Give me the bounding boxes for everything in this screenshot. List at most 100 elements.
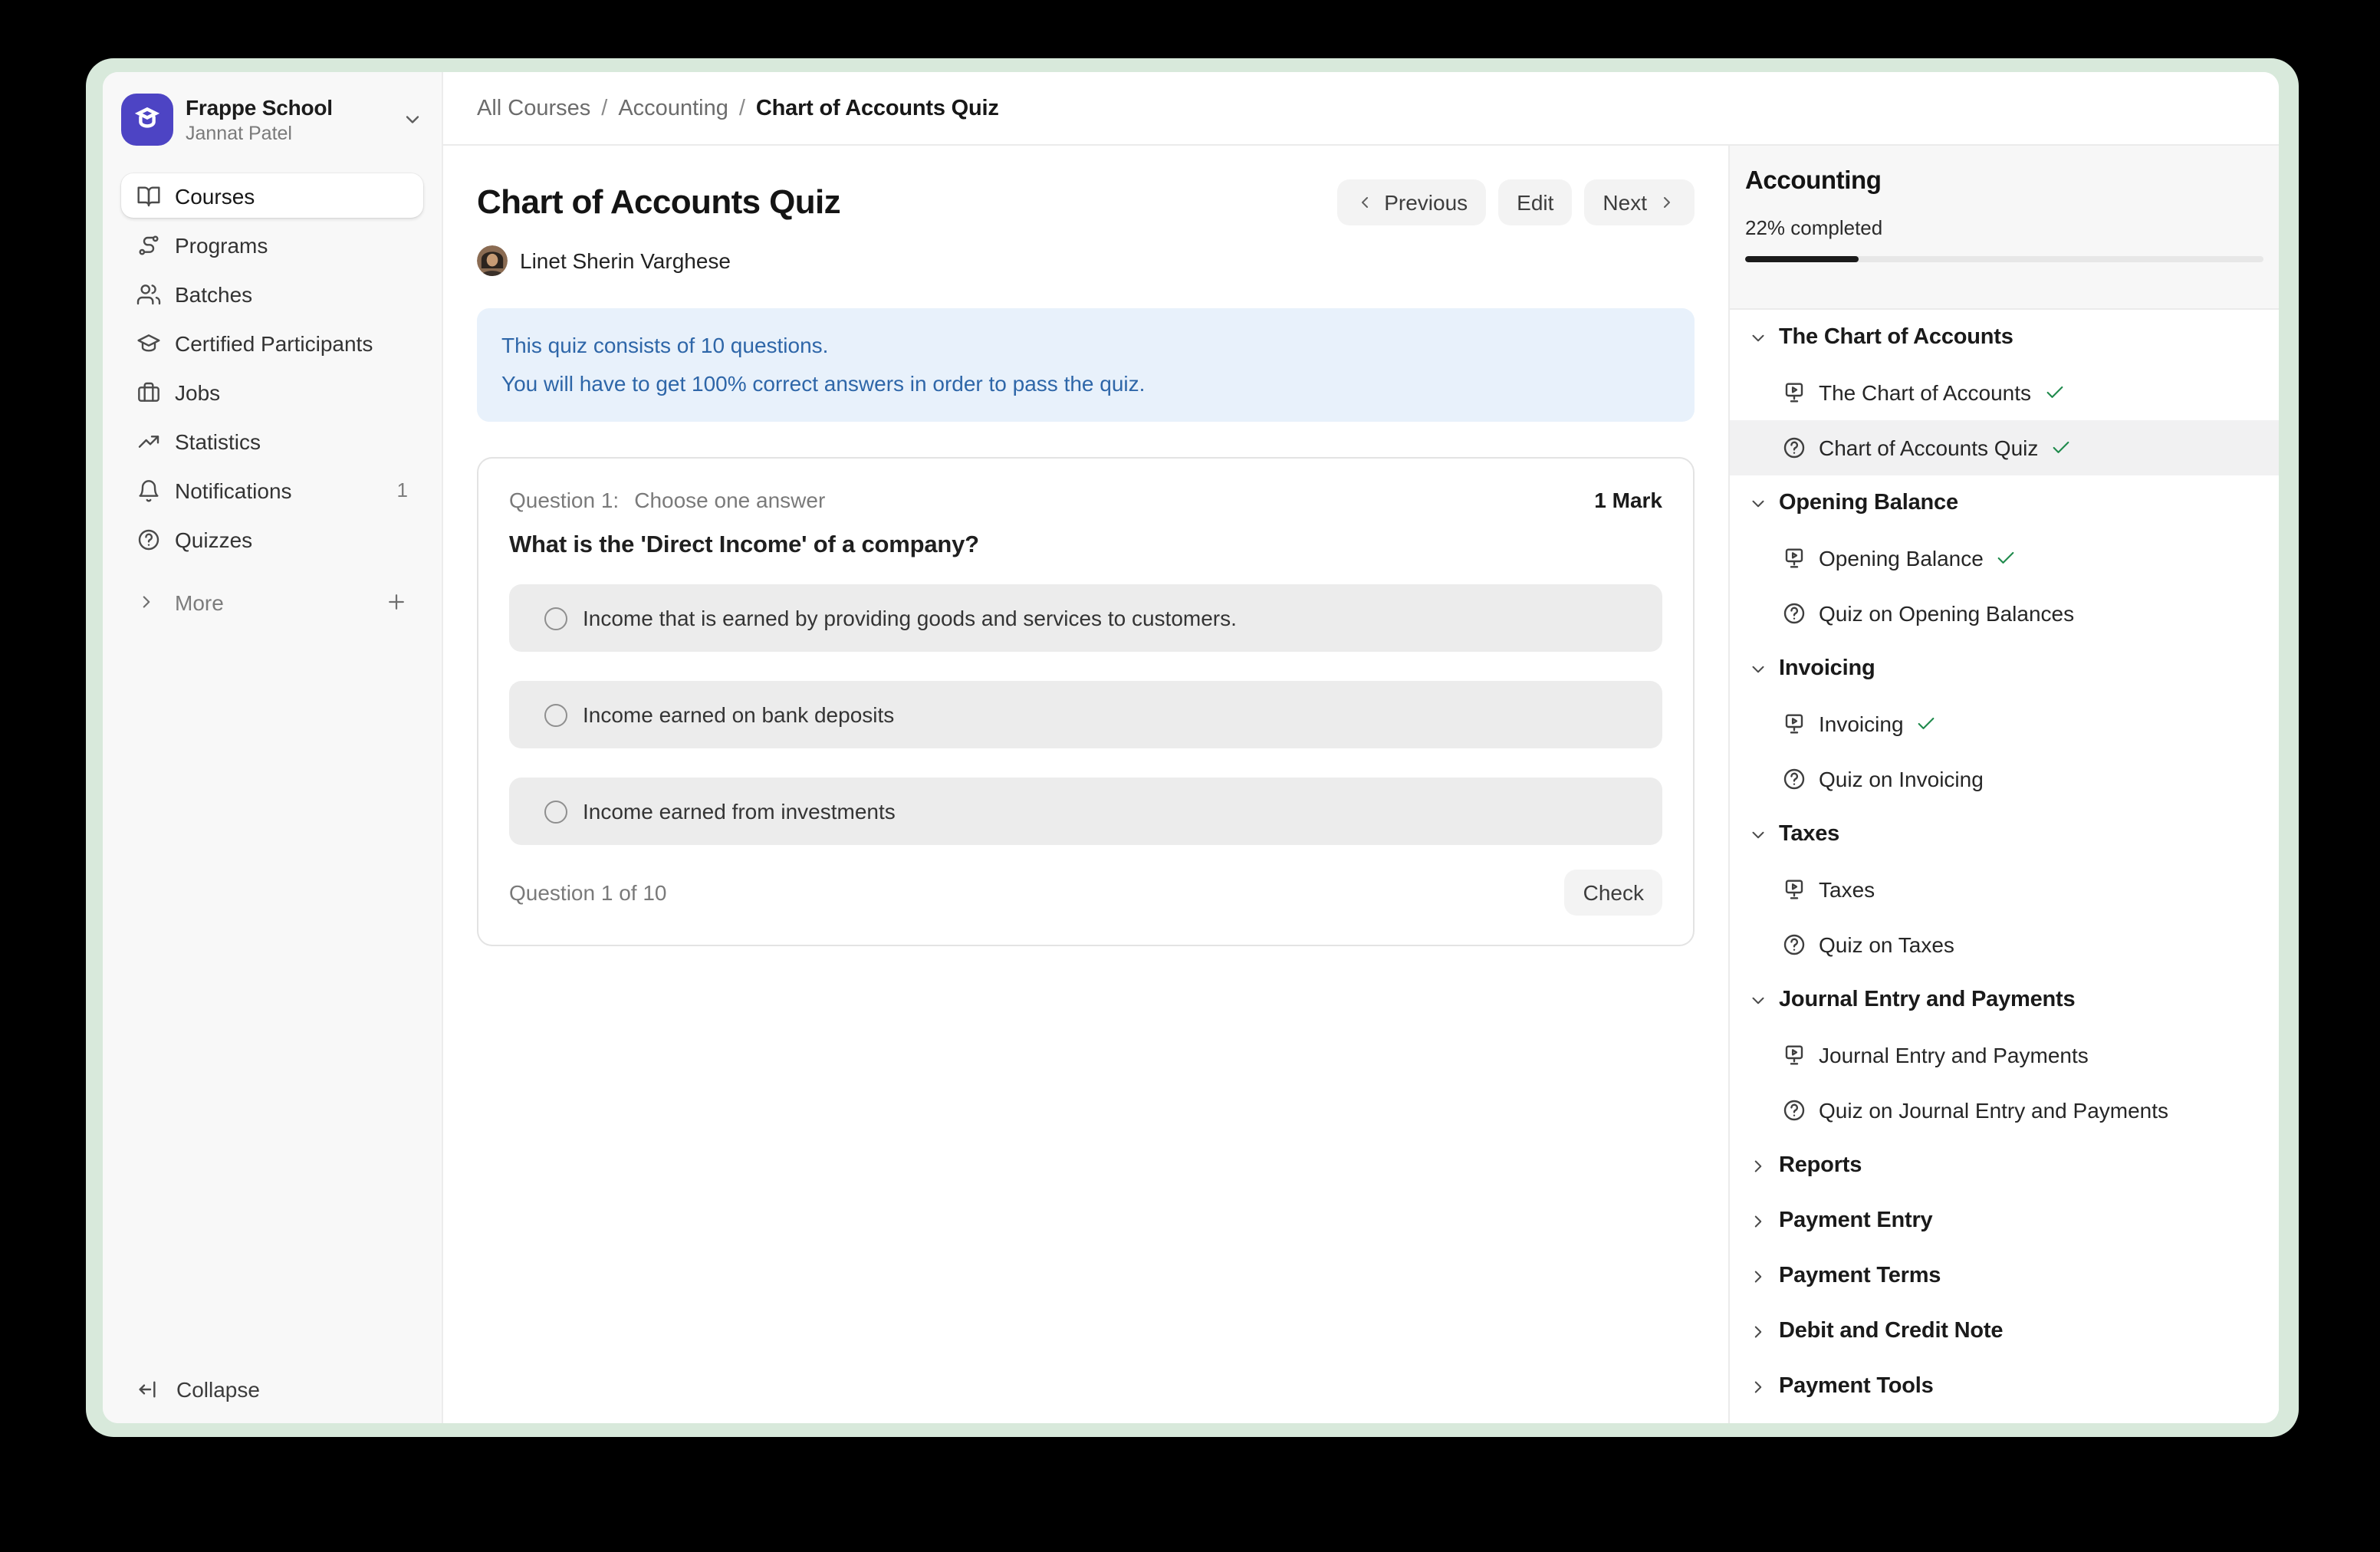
workspace-title: Frappe School [186, 95, 402, 120]
sidebar-item-label: Programs [175, 232, 408, 257]
outline-item-journal-entry-and-payments[interactable]: Journal Entry and Payments [1730, 1028, 2279, 1083]
outline-section-invoicing[interactable]: Invoicing [1730, 641, 2279, 696]
outline-item-label: Quiz on Invoicing [1819, 767, 1984, 791]
outline-item-quiz-on-taxes[interactable]: Quiz on Taxes [1730, 917, 2279, 972]
chevron-down-icon [1748, 493, 1768, 513]
chevron-right-icon [1748, 1266, 1768, 1286]
outline-item-quiz-on-opening-balances[interactable]: Quiz on Opening Balances [1730, 586, 2279, 641]
section-title: Payment Tools [1779, 1374, 1934, 1399]
next-button[interactable]: Next [1584, 179, 1695, 225]
outline-section-taxes[interactable]: Taxes [1730, 807, 2279, 862]
outline-section-journal-entry-and-payments[interactable]: Journal Entry and Payments [1730, 972, 2279, 1028]
notice-line: This quiz consists of 10 questions. [501, 327, 1670, 365]
outline-section-opening-balance[interactable]: Opening Balance [1730, 475, 2279, 531]
sidebar-item-more[interactable]: More [121, 580, 423, 624]
notice-line: You will have to get 100% correct answer… [501, 365, 1670, 403]
chevron-down-icon[interactable] [402, 109, 423, 130]
edit-button[interactable]: Edit [1498, 179, 1572, 225]
outline-section-payment-terms[interactable]: Payment Terms [1730, 1248, 2279, 1304]
help-circle-icon [136, 527, 161, 551]
chevron-right-icon [1748, 1321, 1768, 1341]
answer-option-3[interactable]: Income earned from investments [509, 778, 1662, 845]
left-sidebar: Frappe School Jannat Patel Courses Progra… [103, 72, 443, 1423]
sidebar-menu: Courses Programs Batches Certified Particip… [121, 173, 423, 561]
sidebar-item-notifications[interactable]: Notifications1 [121, 468, 423, 512]
sidebar-item-label: Statistics [175, 429, 408, 453]
lesson-icon [1782, 1043, 1806, 1067]
outline-item-invoicing[interactable]: Invoicing [1730, 696, 2279, 751]
sidebar-item-courses[interactable]: Courses [121, 173, 423, 218]
sidebar-item-statistics[interactable]: Statistics [121, 419, 423, 463]
section-title: Journal Entry and Payments [1779, 988, 2075, 1012]
outline-item-quiz-on-journal-entry-and-payments[interactable]: Quiz on Journal Entry and Payments [1730, 1083, 2279, 1138]
outline-section-reports[interactable]: Reports [1730, 1138, 2279, 1193]
sidebar-item-label: Quizzes [175, 527, 408, 551]
sidebar-item-programs[interactable]: Programs [121, 222, 423, 267]
notification-count-badge: 1 [397, 478, 408, 501]
outline-item-chart-of-accounts-quiz[interactable]: Chart of Accounts Quiz [1730, 420, 2279, 475]
outline-item-label: Invoicing [1819, 712, 1904, 736]
chevron-right-icon [1748, 1376, 1768, 1396]
outline-item-label: The Chart of Accounts [1819, 380, 2031, 405]
plus-icon[interactable] [385, 590, 408, 613]
more-label: More [175, 590, 385, 614]
sidebar-item-batches[interactable]: Batches [121, 271, 423, 316]
question-progress: Question 1 of 10 [509, 880, 667, 905]
outline-item-label: Quiz on Taxes [1819, 932, 1954, 957]
book-open-icon [136, 183, 161, 208]
radio-button-icon[interactable] [544, 800, 567, 823]
lesson-icon [1782, 546, 1806, 570]
check-icon [2050, 437, 2072, 459]
answer-option-1[interactable]: Income that is earned by providing goods… [509, 584, 1662, 652]
outline-section-the-chart-of-accounts[interactable]: The Chart of Accounts [1730, 310, 2279, 365]
briefcase-icon [136, 380, 161, 404]
section-title: Opening Balance [1779, 491, 1958, 515]
chevron-right-icon [136, 592, 156, 612]
breadcrumb: All Courses/Accounting/Chart of Accounts… [477, 96, 999, 120]
breadcrumb-link[interactable]: All Courses [477, 96, 590, 120]
sidebar-item-jobs[interactable]: Jobs [121, 370, 423, 414]
graduation-cap-icon [136, 330, 161, 355]
quiz-icon [1782, 601, 1806, 626]
course-outline-list: The Chart of Accounts The Chart of Accoun… [1730, 310, 2279, 1423]
check-answer-button[interactable]: Check [1565, 870, 1662, 916]
page-title: Chart of Accounts Quiz [477, 182, 840, 222]
collapse-sidebar-button[interactable]: Collapse [136, 1377, 260, 1402]
section-title: Invoicing [1779, 656, 1875, 681]
outline-section-payment-entry[interactable]: Payment Entry [1730, 1193, 2279, 1248]
question-marks: 1 Mark [1594, 488, 1662, 512]
sidebar-item-quizzes[interactable]: Quizzes [121, 517, 423, 561]
workspace-switcher[interactable]: Frappe School Jannat Patel [121, 94, 423, 146]
lesson-icon [1782, 877, 1806, 902]
radio-button-icon[interactable] [544, 703, 567, 726]
trending-up-icon [136, 429, 161, 453]
outline-section-payment-tools[interactable]: Payment Tools [1730, 1359, 2279, 1414]
outline-item-quiz-on-invoicing[interactable]: Quiz on Invoicing [1730, 751, 2279, 807]
outline-section-debit-and-credit-note[interactable]: Debit and Credit Note [1730, 1304, 2279, 1359]
outline-item-label: Quiz on Opening Balances [1819, 601, 2074, 626]
answer-option-2[interactable]: Income earned on bank deposits [509, 681, 1662, 748]
option-label: Income earned on bank deposits [583, 702, 894, 727]
author-name: Linet Sherin Varghese [520, 248, 731, 273]
check-icon [2043, 382, 2065, 403]
radio-button-icon[interactable] [544, 607, 567, 630]
course-completion-text: 22% completed [1745, 216, 2263, 239]
breadcrumb-separator: / [601, 96, 607, 120]
quiz-icon [1782, 767, 1806, 791]
outline-item-the-chart-of-accounts[interactable]: The Chart of Accounts [1730, 365, 2279, 420]
answer-options: Income that is earned by providing goods… [509, 584, 1662, 845]
lesson-icon [1782, 712, 1806, 736]
chevron-left-icon [1355, 193, 1373, 212]
sidebar-item-label: Jobs [175, 380, 408, 404]
course-outline-panel: Accounting 22% completed The Chart of Ac… [1728, 146, 2279, 1423]
sidebar-item-label: Notifications [175, 478, 397, 502]
course-progress-bar [1745, 256, 2263, 262]
breadcrumb-link[interactable]: Accounting [618, 96, 728, 120]
check-icon [1916, 713, 1938, 735]
previous-button[interactable]: Previous [1336, 179, 1486, 225]
sidebar-item-certified-participants[interactable]: Certified Participants [121, 321, 423, 365]
collapse-label: Collapse [176, 1377, 260, 1402]
outline-item-opening-balance[interactable]: Opening Balance [1730, 531, 2279, 586]
outline-item-taxes[interactable]: Taxes [1730, 862, 2279, 917]
question-number-label: Question 1: [509, 488, 619, 512]
